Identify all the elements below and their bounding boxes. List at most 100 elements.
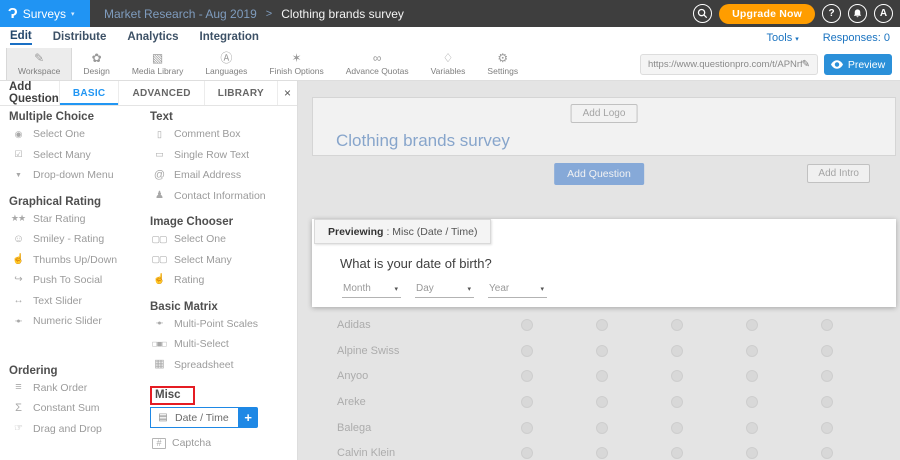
qtype-image-rating[interactable]: ☝ Rating bbox=[150, 270, 297, 291]
qtype-contact-information[interactable]: ♟ Contact Information bbox=[150, 186, 297, 207]
radio-button[interactable] bbox=[596, 370, 608, 382]
qtype-image-select-many[interactable]: ▢▢ Select Many bbox=[150, 250, 297, 271]
qtype-numeric-slider[interactable]: ◦●◦ Numeric Slider bbox=[9, 311, 147, 332]
qtype-captcha[interactable]: # Captcha bbox=[150, 433, 297, 454]
qtype-spreadsheet[interactable]: ▦ Spreadsheet bbox=[150, 355, 297, 376]
radio-button[interactable] bbox=[596, 396, 608, 408]
survey-title[interactable]: Clothing brands survey bbox=[336, 131, 510, 151]
add-logo-button[interactable]: Add Logo bbox=[571, 104, 638, 123]
radio-button[interactable] bbox=[521, 345, 533, 357]
radio-button[interactable] bbox=[596, 447, 608, 459]
radio-button[interactable] bbox=[671, 447, 683, 459]
month-select[interactable]: Month ▾ bbox=[342, 282, 401, 298]
qtype-select-one[interactable]: ◉ Select One bbox=[9, 124, 147, 145]
qtype-star-rating[interactable]: ★★ Star Rating bbox=[9, 209, 147, 230]
tab-advanced[interactable]: ADVANCED bbox=[118, 81, 203, 105]
edit-url-pencil-icon[interactable]: ✎ bbox=[802, 59, 810, 70]
tab-integration[interactable]: Integration bbox=[200, 31, 259, 44]
chevron-down-icon: ▾ bbox=[394, 285, 398, 293]
qtype-multi-point-scales[interactable]: ◦●◦ Multi-Point Scales bbox=[150, 314, 297, 335]
radio-button[interactable] bbox=[671, 345, 683, 357]
radio-button[interactable] bbox=[821, 396, 833, 408]
qtype-single-row-text[interactable]: ▭ Single Row Text bbox=[150, 145, 297, 166]
qtype-image-select-one[interactable]: ▢▢ Select One bbox=[150, 229, 297, 250]
qtype-email-address[interactable]: @ Email Address bbox=[150, 165, 297, 186]
breadcrumb-folder[interactable]: Market Research - Aug 2019 bbox=[104, 7, 257, 21]
radio-button[interactable] bbox=[671, 396, 683, 408]
qtype-rank-order[interactable]: ≡ Rank Order bbox=[9, 378, 147, 399]
toolbar-advance-quotas[interactable]: ∞ Advance Quotas bbox=[335, 48, 420, 80]
radio-button[interactable] bbox=[521, 319, 533, 331]
qtype-label: Rank Order bbox=[33, 382, 87, 394]
tab-library[interactable]: LIBRARY bbox=[204, 81, 277, 105]
qtype-multi-select[interactable]: ◻◼◻ Multi-Select bbox=[150, 334, 297, 355]
tab-basic[interactable]: BASIC bbox=[59, 81, 119, 105]
radio-button[interactable] bbox=[671, 370, 683, 382]
radio-button[interactable] bbox=[671, 319, 683, 331]
qtype-smiley-rating[interactable]: ☺ Smiley - Rating bbox=[9, 229, 147, 250]
radio-button[interactable] bbox=[521, 370, 533, 382]
radio-button[interactable] bbox=[521, 447, 533, 459]
tab-distribute[interactable]: Distribute bbox=[53, 31, 107, 44]
day-select[interactable]: Day ▾ bbox=[415, 282, 474, 298]
add-date-time-button[interactable]: + bbox=[239, 407, 258, 428]
qtype-dropdown-menu[interactable]: ▼ Drop-down Menu bbox=[9, 165, 147, 186]
survey-url-input[interactable] bbox=[648, 59, 802, 70]
toolbar-variables[interactable]: ♢ Variables bbox=[420, 48, 477, 80]
notifications-button[interactable] bbox=[848, 4, 867, 23]
tab-analytics[interactable]: Analytics bbox=[127, 31, 178, 44]
table-row: Anyoo bbox=[298, 363, 900, 389]
radio-group bbox=[521, 345, 833, 357]
radio-button[interactable] bbox=[746, 447, 758, 459]
previewing-label: Previewing bbox=[328, 226, 383, 238]
radio-button[interactable] bbox=[596, 345, 608, 357]
qtype-constant-sum[interactable]: Σ Constant Sum bbox=[9, 398, 147, 419]
qtype-thumbs-up-down[interactable]: ☝ Thumbs Up/Down bbox=[9, 250, 147, 271]
preview-button[interactable]: Preview bbox=[824, 54, 892, 75]
toolbar-workspace[interactable]: ✎ Workspace bbox=[6, 48, 72, 80]
qtype-text-slider[interactable]: ↔ Text Slider bbox=[9, 291, 147, 312]
radio-button[interactable] bbox=[821, 447, 833, 459]
qtype-select-many[interactable]: ☑ Select Many bbox=[9, 145, 147, 166]
radio-button[interactable] bbox=[746, 345, 758, 357]
upgrade-now-button[interactable]: Upgrade Now bbox=[719, 4, 815, 24]
search-button[interactable] bbox=[693, 4, 712, 23]
radio-button[interactable] bbox=[821, 422, 833, 434]
table-row: Calvin Klein bbox=[298, 440, 900, 460]
add-question-button[interactable]: Add Question bbox=[554, 163, 644, 185]
add-intro-button[interactable]: Add Intro bbox=[807, 164, 870, 183]
radio-button[interactable] bbox=[821, 345, 833, 357]
surveys-menu[interactable]: Ɂ Surveys ▾ bbox=[0, 0, 90, 27]
radio-button[interactable] bbox=[521, 396, 533, 408]
radio-button[interactable] bbox=[821, 370, 833, 382]
qtype-push-to-social[interactable]: ↪ Push To Social bbox=[9, 270, 147, 291]
responses-count[interactable]: Responses: 0 bbox=[823, 32, 890, 44]
brand-label: Alpine Swiss bbox=[337, 345, 399, 357]
radio-button[interactable] bbox=[671, 422, 683, 434]
toolbar-media-library[interactable]: ▧ Media Library bbox=[121, 48, 195, 80]
radio-button[interactable] bbox=[746, 370, 758, 382]
toolbar-design[interactable]: ✿ Design bbox=[72, 48, 120, 80]
toolbar-settings[interactable]: ⚙ Settings bbox=[476, 48, 529, 80]
qtype-date-time[interactable]: ▤ Date / Time bbox=[150, 407, 239, 428]
radio-button[interactable] bbox=[821, 319, 833, 331]
close-icon[interactable]: × bbox=[277, 81, 297, 105]
avatar[interactable]: A bbox=[874, 4, 893, 23]
radio-button[interactable] bbox=[596, 319, 608, 331]
tab-edit[interactable]: Edit bbox=[10, 30, 32, 45]
survey-builder-window: Ɂ Surveys ▾ Market Research - Aug 2019 >… bbox=[0, 0, 900, 460]
radio-button[interactable] bbox=[746, 396, 758, 408]
radio-button[interactable] bbox=[596, 422, 608, 434]
links-icon: ∞ bbox=[373, 52, 382, 65]
help-button[interactable]: ? bbox=[822, 4, 841, 23]
toolbar-finish-options[interactable]: ✶ Finish Options bbox=[258, 48, 334, 80]
tools-menu[interactable]: Tools▾ bbox=[767, 32, 799, 44]
radio-button[interactable] bbox=[746, 422, 758, 434]
qtype-comment-box[interactable]: ▯ Comment Box bbox=[150, 124, 297, 145]
multi-select-icon: ◻◼◻ bbox=[150, 341, 168, 348]
qtype-drag-and-drop[interactable]: ☞ Drag and Drop bbox=[9, 419, 147, 440]
year-select[interactable]: Year ▾ bbox=[488, 282, 547, 298]
toolbar-languages[interactable]: Ⓐ Languages bbox=[194, 48, 258, 80]
radio-button[interactable] bbox=[746, 319, 758, 331]
radio-button[interactable] bbox=[521, 422, 533, 434]
